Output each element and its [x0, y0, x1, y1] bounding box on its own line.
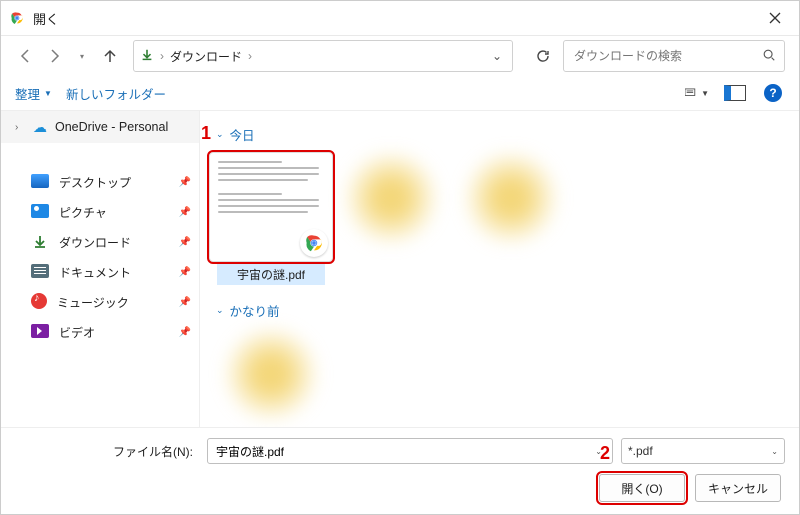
file-tile-blurred[interactable]: [456, 152, 566, 285]
blurred-thumbnail: [338, 152, 444, 244]
file-tile-blurred[interactable]: [336, 152, 446, 285]
pin-icon: 📌: [179, 237, 191, 248]
annotation-2: 2: [600, 443, 610, 464]
search-input[interactable]: [572, 48, 762, 64]
cancel-button[interactable]: キャンセル: [695, 474, 781, 502]
address-dropdown-icon[interactable]: ⌄: [258, 49, 506, 63]
view-options-button[interactable]: ▼: [685, 81, 709, 105]
sidebar-item-docs[interactable]: ドキュメント 📌: [1, 257, 199, 287]
close-button[interactable]: [759, 4, 791, 32]
forward-button[interactable]: [43, 45, 65, 67]
recent-dropdown-icon[interactable]: ▾: [71, 45, 93, 67]
sidebar-item-label: ドキュメント: [59, 264, 131, 281]
onedrive-icon: ☁: [33, 119, 47, 136]
file-tile-row: 宇宙の謎.pdf: [216, 152, 783, 285]
chevron-right-icon: ›: [15, 122, 25, 133]
sidebar-item-label: デスクトップ: [59, 174, 131, 191]
dialog-footer: ファイル名(N): ⌄ *.pdf ⌄ 開く(O) キャンセル: [1, 427, 799, 514]
open-button-label: 開く(O): [621, 480, 662, 497]
dropdown-icon: ▼: [44, 89, 52, 98]
downloads-icon: [31, 235, 49, 249]
quick-access-list: デスクトップ 📌 ピクチャ 📌 ダウンロード 📌 ドキュメント 📌 ミュージック 📌 ビデオ 📌: [1, 161, 199, 347]
downloads-location-icon: [140, 48, 154, 65]
sidebar-item-video[interactable]: ビデオ 📌: [1, 317, 199, 347]
filename-input[interactable]: [214, 443, 591, 459]
help-button[interactable]: ?: [761, 81, 785, 105]
command-bar: 整理 ▼ 新しいフォルダー ▼ ?: [1, 76, 799, 111]
titlebar: 開く: [1, 1, 799, 36]
file-type-filter[interactable]: *.pdf ⌄: [621, 438, 785, 464]
desktop-icon: [31, 174, 49, 191]
chevron-down-icon: ⌄: [216, 305, 224, 316]
back-button[interactable]: [15, 45, 37, 67]
refresh-button[interactable]: [529, 42, 557, 70]
window-title: 開く: [33, 9, 59, 28]
sidebar-item-label: ピクチャ: [59, 204, 107, 221]
file-tile-blurred[interactable]: [216, 328, 326, 420]
open-file-dialog: 開く ▾ › ダウンロード › ⌄: [0, 0, 800, 515]
pictures-icon: [31, 204, 49, 221]
dialog-body: › ☁ OneDrive - Personal デスクトップ📌ピクチャ📌ダウンロ…: [1, 111, 799, 427]
search-icon: [762, 48, 776, 65]
cancel-button-label: キャンセル: [708, 480, 768, 497]
annotation-1: 1: [201, 123, 211, 144]
blurred-thumbnail: [458, 152, 564, 244]
chevron-right-icon: ›: [160, 49, 164, 63]
filename-row: ファイル名(N): ⌄ *.pdf ⌄: [15, 438, 785, 464]
sidebar-item-label: ミュージック: [57, 294, 129, 311]
chevron-down-icon: ⌄: [216, 129, 224, 140]
file-type-value: *.pdf: [628, 444, 653, 458]
pin-icon: 📌: [179, 297, 191, 308]
address-bar[interactable]: › ダウンロード › ⌄: [133, 40, 513, 72]
file-name-label: 宇宙の謎.pdf: [217, 264, 325, 285]
group-label: かなり前: [230, 301, 280, 320]
open-button[interactable]: 開く(O): [599, 474, 685, 502]
sidebar-item-music[interactable]: ミュージック 📌: [1, 287, 199, 317]
files-pane[interactable]: ⌄ 今日 宇宙の謎.pdf: [200, 111, 799, 427]
pin-icon: 📌: [179, 207, 191, 218]
nav-bar: ▾ › ダウンロード › ⌄: [1, 36, 799, 76]
chevron-right-icon: ›: [248, 49, 252, 63]
breadcrumb-downloads[interactable]: ダウンロード: [170, 48, 242, 65]
button-row: 開く(O) キャンセル: [15, 474, 785, 502]
sidebar-item-pictures[interactable]: ピクチャ 📌: [1, 197, 199, 227]
file-tile-row: [216, 328, 783, 420]
music-icon: [31, 293, 47, 312]
sidebar-item-downloads[interactable]: ダウンロード 📌: [1, 227, 199, 257]
sidebar-item-label: ダウンロード: [59, 234, 131, 251]
sidebar-item-desktop[interactable]: デスクトップ 📌: [1, 167, 199, 197]
chrome-icon: [9, 10, 25, 26]
chrome-overlay-icon: [300, 229, 328, 257]
sidebar-item-label: ビデオ: [59, 324, 95, 341]
group-header-long-ago[interactable]: ⌄ かなり前: [216, 301, 783, 320]
file-tile-selected-pdf[interactable]: 宇宙の謎.pdf: [216, 152, 326, 285]
sidebar-item-onedrive[interactable]: › ☁ OneDrive - Personal: [1, 111, 199, 143]
video-icon: [31, 324, 49, 341]
new-folder-button[interactable]: 新しいフォルダー: [66, 84, 166, 103]
pin-icon: 📌: [179, 177, 191, 188]
new-folder-label: 新しいフォルダー: [66, 84, 166, 103]
organize-label: 整理: [15, 84, 40, 103]
pdf-thumbnail: [209, 152, 333, 262]
up-button[interactable]: [99, 45, 121, 67]
navigation-pane[interactable]: › ☁ OneDrive - Personal デスクトップ📌ピクチャ📌ダウンロ…: [1, 111, 200, 427]
pin-icon: 📌: [179, 267, 191, 278]
help-icon: ?: [764, 84, 782, 102]
group-label: 今日: [230, 125, 255, 144]
dropdown-icon: ⌄: [771, 447, 778, 456]
search-box[interactable]: [563, 40, 785, 72]
docs-icon: [31, 264, 49, 281]
dropdown-icon: ▼: [701, 89, 709, 98]
organize-menu[interactable]: 整理 ▼: [15, 84, 52, 103]
group-header-today[interactable]: ⌄ 今日: [216, 125, 783, 144]
filename-combobox[interactable]: ⌄: [207, 438, 613, 464]
filename-label: ファイル名(N):: [15, 443, 199, 460]
blurred-thumbnail: [218, 328, 324, 420]
preview-pane-button[interactable]: [723, 81, 747, 105]
pin-icon: 📌: [179, 327, 191, 338]
sidebar-item-label: OneDrive - Personal: [55, 120, 168, 134]
